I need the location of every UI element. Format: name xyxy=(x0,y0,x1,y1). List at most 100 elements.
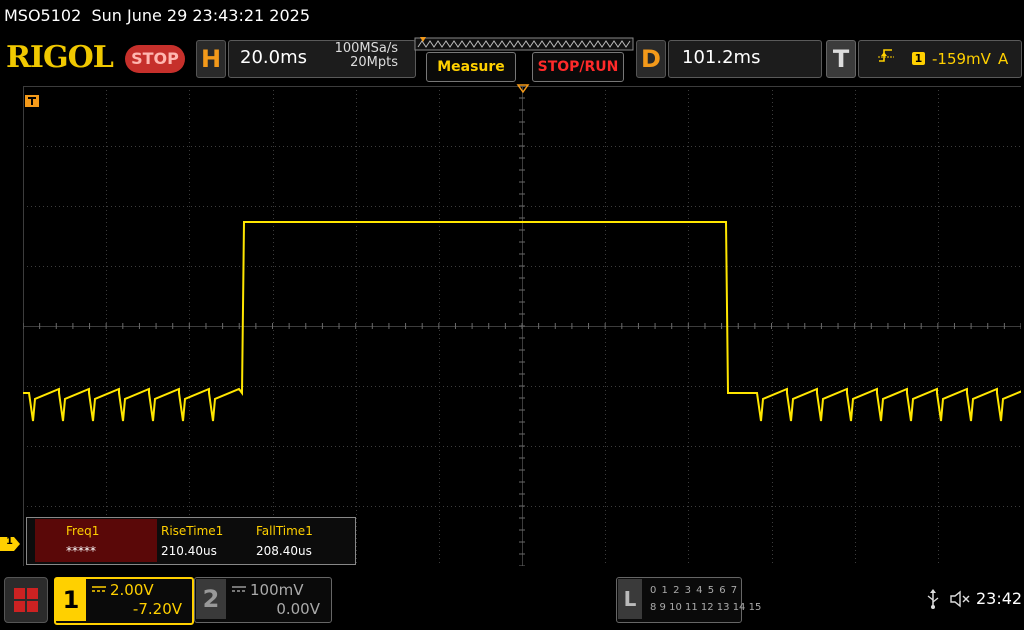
axis-tick xyxy=(519,433,525,435)
logic-channels-row2: 8 9 10 11 12 13 14 15 xyxy=(650,602,762,613)
axis-tick xyxy=(787,323,789,329)
logic-analyzer-letter: L xyxy=(618,579,642,619)
measure-button[interactable]: Measure xyxy=(426,52,516,82)
ch2-scale: 100mV xyxy=(250,581,304,599)
axis-tick xyxy=(953,323,955,329)
axis-tick xyxy=(89,323,91,329)
axis-tick xyxy=(504,323,506,329)
usb-icon xyxy=(927,589,939,609)
axis-tick xyxy=(519,265,525,267)
trigger-level-icon xyxy=(25,95,39,107)
axis-tick xyxy=(920,323,922,329)
axis-tick xyxy=(754,323,756,329)
clock: 23:42 xyxy=(976,589,1023,608)
axis-tick xyxy=(519,157,525,159)
axis-tick xyxy=(519,361,525,363)
axis-tick xyxy=(122,323,124,329)
ch1-number: 1 xyxy=(56,579,86,621)
axis-tick xyxy=(355,323,357,329)
trigger-position-marker xyxy=(516,84,530,94)
axis-tick xyxy=(454,323,456,329)
axis-tick xyxy=(621,323,623,329)
meas-label-risetime: RiseTime1 xyxy=(161,524,224,538)
axis-tick xyxy=(554,323,556,329)
axis-tick xyxy=(519,505,525,507)
axis-tick xyxy=(637,323,639,329)
axis-tick xyxy=(519,541,525,543)
axis-tick xyxy=(155,323,157,329)
axis-tick xyxy=(519,193,525,195)
trigger-button[interactable]: T xyxy=(826,40,856,78)
axis-tick xyxy=(255,323,257,329)
sample-info: 100MSa/s 20Mpts xyxy=(290,42,398,70)
graticule-ticks xyxy=(23,86,1021,566)
axis-tick xyxy=(188,323,190,329)
axis-tick xyxy=(519,349,525,351)
trigger-level: -159mV xyxy=(932,50,991,68)
memory-strip[interactable] xyxy=(414,37,634,51)
stop-run-button[interactable]: STOP/RUN xyxy=(532,52,624,82)
dc-coupling-icon xyxy=(92,586,106,592)
axis-tick xyxy=(405,323,407,329)
horizontal-button[interactable]: H xyxy=(196,40,226,78)
axis-tick xyxy=(55,323,57,329)
axis-tick xyxy=(604,323,606,329)
axis-tick xyxy=(771,323,772,329)
axis-tick xyxy=(105,323,107,329)
axis-tick xyxy=(1003,323,1005,329)
axis-tick xyxy=(519,253,525,255)
memory-depth: 20Mpts xyxy=(350,55,398,70)
axis-tick xyxy=(519,553,525,555)
axis-tick xyxy=(238,323,240,329)
axis-tick xyxy=(519,133,525,135)
meas-value-falltime: 208.40us xyxy=(256,544,312,558)
axis-tick xyxy=(721,323,723,329)
axis-tick xyxy=(519,517,525,519)
axis-tick xyxy=(519,97,525,99)
waveform-display[interactable] xyxy=(23,86,1021,566)
axis-tick xyxy=(519,409,525,411)
ch2-offset: 0.00V xyxy=(276,600,320,618)
datetime: Sun June 29 23:43:21 2025 xyxy=(91,6,311,25)
axis-tick xyxy=(704,323,706,329)
delay-button[interactable]: D xyxy=(636,40,666,78)
logic-channels-row1: 0 1 2 3 4 5 6 7 xyxy=(650,585,739,596)
axis-tick xyxy=(305,323,307,329)
axis-tick xyxy=(272,323,273,329)
axis-tick xyxy=(519,169,525,171)
axis-tick xyxy=(519,445,525,447)
meas-label-falltime: FallTime1 xyxy=(256,524,313,538)
run-state-badge[interactable]: STOP xyxy=(125,45,185,73)
home-button[interactable] xyxy=(4,577,48,623)
axis-tick xyxy=(288,323,290,329)
axis-tick xyxy=(937,323,939,329)
axis-tick xyxy=(538,323,540,329)
axis-tick xyxy=(519,313,525,315)
grid-menu-icon xyxy=(14,588,38,612)
meas-value-risetime: 210.40us xyxy=(161,544,217,558)
ch1-ground-marker[interactable]: 1 xyxy=(0,536,20,551)
axis-tick xyxy=(519,565,525,566)
axis-tick xyxy=(519,217,525,219)
axis-tick xyxy=(671,323,673,329)
axis-tick xyxy=(804,323,806,329)
axis-tick xyxy=(421,323,423,329)
mute-icon[interactable] xyxy=(950,590,972,608)
axis-tick xyxy=(519,289,525,291)
ch1-offset: -7.20V xyxy=(132,600,182,618)
axis-tick xyxy=(471,323,473,329)
axis-tick xyxy=(1020,323,1021,329)
axis-tick xyxy=(321,323,323,329)
axis-tick xyxy=(737,323,739,329)
axis-tick xyxy=(687,323,689,329)
axis-tick xyxy=(854,323,856,329)
axis-tick xyxy=(519,529,525,531)
axis-tick xyxy=(519,373,525,375)
axis-tick xyxy=(39,323,41,329)
axis-tick xyxy=(222,323,224,329)
trigger-mode: A xyxy=(998,50,1009,68)
axis-tick xyxy=(837,323,839,329)
axis-tick xyxy=(519,229,525,231)
status-title: MSO5102 Sun June 29 23:43:21 2025 xyxy=(4,6,310,25)
axis-tick xyxy=(519,469,525,471)
